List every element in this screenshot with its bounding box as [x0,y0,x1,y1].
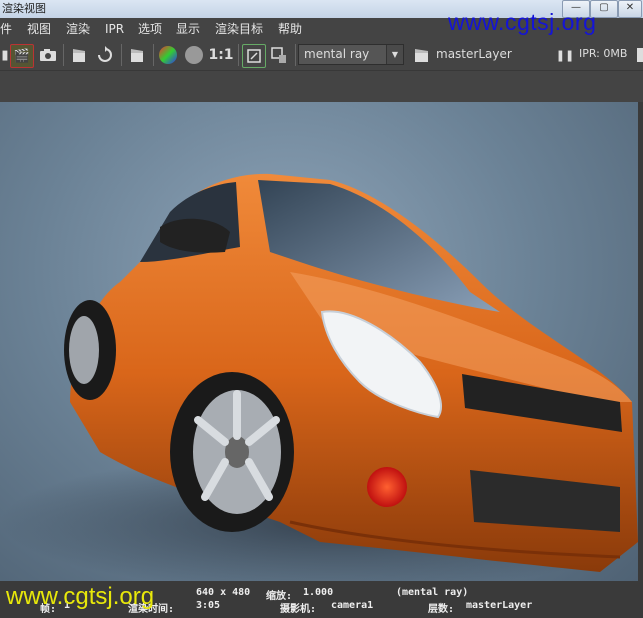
rgb-wheel-icon [159,46,177,64]
status-zoom-value: 1.000 [303,587,334,598]
clapper-icon [73,49,85,62]
watermark-top: www.cgtsj.org [448,9,597,35]
window-title: 渲染视图 [2,2,46,15]
trash-frame-icon [271,47,286,63]
viewport-scroll-edge [638,102,643,581]
status-renderer: (mental ray) [396,587,469,598]
viewport-margin [0,71,643,102]
renderer-select-value: mental ray [304,47,370,61]
toolbar-separator [295,44,296,66]
clapboard-icon[interactable] [68,44,90,66]
color-channel-icon[interactable] [157,44,179,66]
menu-options[interactable]: 选项 [138,18,162,40]
status-camera-value: camera1 [331,600,374,611]
frame-icon [247,49,261,63]
close-button[interactable]: ✕ [618,0,642,18]
toolbar-overflow-icon[interactable] [637,48,643,62]
rendered-car-image [0,173,638,581]
remove-image-icon[interactable] [268,44,290,66]
render-region-icon[interactable]: 🎬 [10,44,34,68]
status-image-size: 640 x 480 [196,587,251,598]
gray-circle-icon [185,46,203,64]
status-camera-label: 摄影机: [280,604,317,615]
pause-icon[interactable]: ❚❚ [554,44,576,66]
renderer-select[interactable]: mental ray ▼ [298,44,404,65]
menu-view[interactable]: 视图 [27,18,51,40]
layer-icon[interactable] [411,44,433,66]
snapshot-icon[interactable] [37,44,59,66]
rerender-icon [98,46,112,62]
camera-icon [40,49,56,61]
toolbar-separator [238,44,239,66]
ipr-clapboard-icon[interactable] [126,44,148,66]
menu-file[interactable]: 件 [0,18,12,40]
car-rear-wheel [64,300,116,400]
menu-ipr[interactable]: IPR [105,18,124,40]
status-layer-value: masterLayer [466,600,533,611]
watermark-bottom: www.cgtsj.org [6,583,155,610]
ipr-clapper-icon [131,49,143,62]
status-time-value: 3:05 [196,600,221,611]
clapper-layer-icon [415,49,428,62]
toolbar-separator [121,44,122,66]
refresh-icon[interactable] [94,44,116,66]
toolbar-separator [63,44,64,66]
car-fog-light [367,467,407,507]
menu-render-target[interactable]: 渲染目标 [215,18,263,40]
ratio-button[interactable]: 1:1 [208,44,234,66]
menu-render[interactable]: 渲染 [66,18,90,40]
status-layer-label: 层数: [428,604,455,615]
chevron-down-icon[interactable]: ▼ [386,45,403,64]
render-viewport[interactable] [0,102,638,581]
alpha-channel-icon[interactable] [183,44,205,66]
keep-image-icon[interactable] [242,44,266,68]
ipr-memory-label: IPR: 0MB [579,47,628,60]
menu-display[interactable]: 显示 [176,18,200,40]
render-layer-label: masterLayer [436,47,512,61]
car-front-wheel [170,372,294,532]
toolbar-separator [153,44,154,66]
menu-help[interactable]: 帮助 [278,18,302,40]
